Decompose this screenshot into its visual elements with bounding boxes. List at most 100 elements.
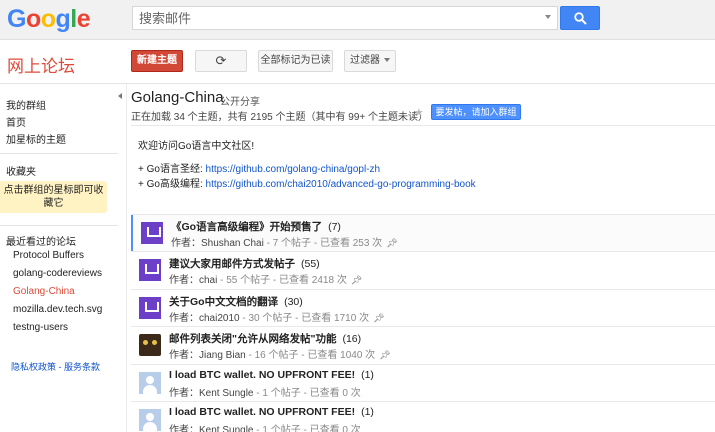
thread-author[interactable]: chai2010	[199, 313, 240, 324]
refresh-button[interactable]: ⟳	[195, 50, 247, 72]
thread-meta: 作者：chai2010 - 30 个帖子 - 已查看 1710 次 📌︎	[169, 309, 385, 324]
favorites-hint: 点击群组的星标即可收藏它	[0, 181, 107, 213]
group-visibility: 公开分享	[220, 97, 260, 108]
join-group-button[interactable]: 要发帖，请加入群组	[431, 104, 521, 120]
thread-row[interactable]: I load BTC wallet. NO UPFRONT FEE! (1) 作者：…	[131, 365, 715, 401]
purple-logo-icon	[139, 297, 161, 319]
thread-row[interactable]: 《Go语言高级编程》开始预售了 (7) 作者：Shushan Chai - 7 个帖…	[131, 215, 715, 251]
mark-all-read-button[interactable]: 全部标记为已读	[258, 50, 333, 72]
divider	[126, 84, 127, 432]
thread-stats: - 55 个帖子 - 已查看 2418 次	[217, 275, 347, 286]
person-icon	[139, 409, 161, 431]
thread-meta: 作者：Kent Sungle - 1 个帖子 - 已查看 0 次	[169, 384, 361, 399]
search-input[interactable]	[133, 7, 533, 29]
app-bar: 网上论坛 新建主题 ⟳ 全部标记为已读 过滤器	[0, 40, 715, 84]
thread-title-text: 邮件列表关闭"允许从网络发帖"功能	[169, 333, 337, 345]
star-icon[interactable]: ★	[414, 106, 424, 119]
collapse-sidebar-icon[interactable]	[118, 93, 122, 99]
thread-row[interactable]: I load BTC wallet. NO UPFRONT FEE! (1) 作者：…	[131, 402, 715, 432]
author-label: 作者：	[169, 350, 199, 361]
pin-icon: 📌︎	[350, 275, 363, 285]
thread-title[interactable]: 关于Go中文文档的翻译 (30)	[169, 294, 303, 309]
group-link-line: + Go高级编程: https://github.com/chai2010/ad…	[138, 175, 476, 190]
new-topic-button[interactable]: 新建主题	[131, 50, 183, 72]
filter-label: 过滤器	[350, 55, 380, 66]
link-label: + Go语言圣经:	[138, 164, 206, 175]
thread-title-text: 建议大家用邮件方式发帖子	[169, 258, 295, 270]
thread-row[interactable]: 邮件列表关闭"允许从网络发帖"功能 (16) 作者：Jiang Bian - 16 …	[131, 327, 715, 363]
filter-button[interactable]: 过滤器	[344, 50, 396, 72]
link-label: + Go高级编程:	[138, 179, 206, 190]
thread-stats: - 7 个帖子 - 已查看 253 次	[263, 238, 383, 249]
thread-meta: 作者：Jiang Bian - 16 个帖子 - 已查看 1040 次 📌︎	[169, 346, 391, 361]
thread-title-text: I load BTC wallet. NO UPFRONT FEE!	[169, 369, 356, 381]
refresh-icon: ⟳	[215, 53, 227, 68]
sidebar-section-recent[interactable]: 最近看过的论坛	[6, 233, 76, 248]
logo-letter: e	[76, 5, 91, 33]
pin-icon: 📌︎	[386, 238, 398, 248]
divider	[131, 125, 715, 126]
top-bar: Google	[0, 0, 715, 40]
thread-author[interactable]: Jiang Bian	[199, 350, 246, 361]
search-options-chevron-down-icon[interactable]	[545, 15, 551, 19]
pin-icon: 📌︎	[379, 350, 391, 360]
thread-meta: 作者：chai - 55 个帖子 - 已查看 2418 次 📌︎	[169, 271, 362, 286]
thread-title-text: 《Go语言高级编程》开始预售了	[171, 221, 323, 233]
thread-author[interactable]: Kent Sungle	[199, 388, 254, 399]
chevron-down-icon	[384, 58, 390, 63]
thread-title-text: I load BTC wallet. NO UPFRONT FEE!	[169, 406, 356, 418]
sidebar-item-recent-forum[interactable]: testng-users	[13, 322, 68, 333]
sidebar-item-recent-forum[interactable]: Protocol Buffers	[13, 250, 84, 261]
sidebar-item-recent-forum[interactable]: mozilla.dev.tech.svg	[13, 304, 102, 315]
thread-stats: - 1 个帖子 - 已查看 0 次	[253, 388, 361, 399]
thread-title[interactable]: I load BTC wallet. NO UPFRONT FEE! (1)	[169, 369, 374, 381]
thread-row[interactable]: 建议大家用邮件方式发帖子 (55) 作者：chai - 55 个帖子 - 已查看 2…	[131, 252, 715, 288]
owl-icon	[139, 334, 161, 356]
sidebar-item-recent-forum[interactable]: golang-codereviews	[13, 268, 102, 279]
google-logo[interactable]: Google	[7, 5, 91, 34]
welcome-text: 欢迎访问Go语言中文社区!	[138, 141, 255, 152]
thread-stats: - 30 个帖子 - 已查看 1710 次	[239, 313, 370, 324]
logo-letter: o	[40, 5, 56, 33]
thread-author[interactable]: Kent Sungle	[199, 425, 254, 432]
footer-links[interactable]: 隐私权政策 - 服务条款	[11, 360, 100, 373]
sidebar-item-my-groups[interactable]: 我的群组	[6, 97, 46, 112]
search-box	[132, 6, 558, 30]
purple-logo-icon	[139, 259, 161, 281]
thread-meta: 作者：Shushan Chai - 7 个帖子 - 已查看 253 次 📌︎	[171, 234, 398, 249]
thread-post-count: (30)	[284, 296, 303, 308]
sidebar-section-favorites[interactable]: 收藏夹	[6, 163, 36, 178]
sidebar-item-starred[interactable]: 加星标的主题	[6, 131, 66, 146]
logo-letter: G	[7, 5, 26, 33]
thread-post-count: (1)	[361, 406, 374, 418]
thread-stats: - 1 个帖子 - 已查看 0 次	[253, 425, 361, 432]
sidebar-item-recent-forum-active[interactable]: Golang-China	[13, 286, 75, 297]
thread-title[interactable]: I load BTC wallet. NO UPFRONT FEE! (1)	[169, 406, 374, 418]
github-link[interactable]: https://github.com/golang-china/gopl-zh	[206, 164, 381, 175]
thread-row[interactable]: 关于Go中文文档的翻译 (30) 作者：chai2010 - 30 个帖子 - 已查…	[131, 290, 715, 326]
search-button[interactable]	[560, 6, 600, 30]
divider	[0, 225, 118, 226]
purple-logo-icon	[141, 222, 163, 244]
github-link[interactable]: https://github.com/chai2010/advanced-go-…	[206, 179, 476, 190]
sidebar-item-home[interactable]: 首页	[6, 114, 26, 129]
group-link-line: + Go语言圣经: https://github.com/golang-chin…	[138, 160, 380, 175]
search-icon	[574, 12, 587, 25]
group-summary: 正在加载 34 个主题，共有 2195 个主题（其中有 99+ 个主题未读）	[131, 112, 429, 123]
thread-title[interactable]: 建议大家用邮件方式发帖子 (55)	[169, 256, 320, 271]
app-title[interactable]: 网上论坛	[7, 52, 75, 77]
thread-author[interactable]: chai	[199, 275, 217, 286]
thread-title-text: 关于Go中文文档的翻译	[169, 296, 279, 308]
thread-post-count: (16)	[342, 333, 362, 345]
author-label: 作者：	[169, 425, 199, 432]
thread-post-count: (55)	[301, 258, 320, 270]
thread-title[interactable]: 《Go语言高级编程》开始预售了 (7)	[171, 219, 341, 234]
thread-author[interactable]: Shushan Chai	[201, 238, 264, 249]
sidebar: 我的群组 首页 加星标的主题 收藏夹 点击群组的星标即可收藏它 最近看过的论坛 …	[0, 85, 118, 432]
thread-title[interactable]: 邮件列表关闭"允许从网络发帖"功能 (16)	[169, 331, 361, 346]
divider	[0, 153, 118, 154]
author-label: 作者：	[169, 388, 199, 399]
thread-post-count: (1)	[361, 369, 374, 381]
thread-post-count: (7)	[328, 221, 341, 233]
author-label: 作者：	[169, 313, 199, 324]
